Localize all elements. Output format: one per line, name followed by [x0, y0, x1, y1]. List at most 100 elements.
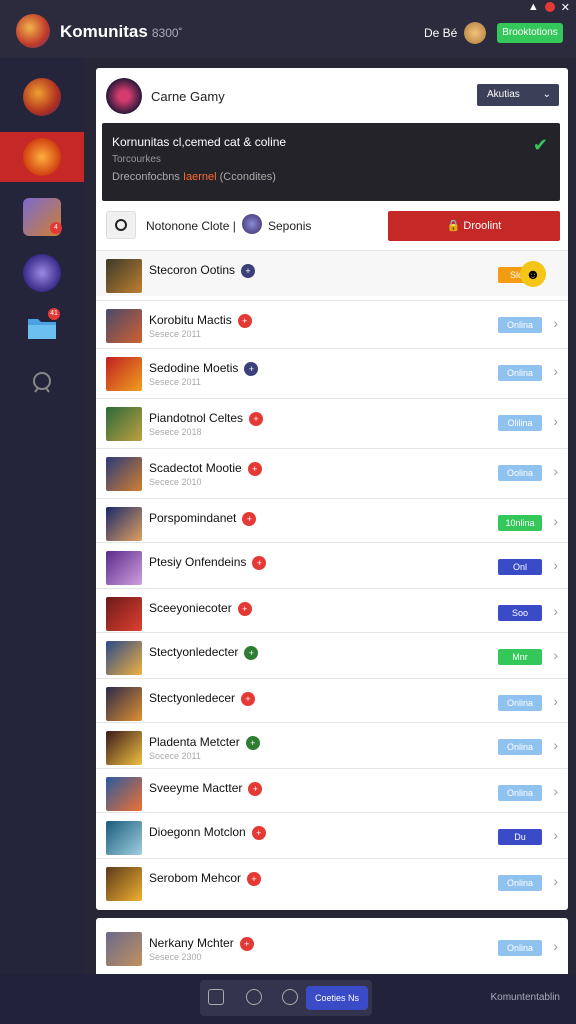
segment-label-2[interactable]: Seponis [268, 219, 311, 233]
bottom-bar: Coeties Ns Komuntentablin [0, 974, 576, 1024]
row-thumbnail [106, 932, 142, 966]
table-row[interactable]: Stectyonledecter + Mnr › [96, 632, 568, 678]
status-pill: Mnr [498, 649, 542, 665]
status-pill: Onlina [498, 785, 542, 801]
chevron-right-icon: › [553, 603, 558, 619]
row-badge-icon: + [241, 691, 256, 706]
chevron-right-icon: › [553, 938, 558, 954]
row-name: Stecoron Ootins + [149, 263, 256, 278]
app-title: Komunitas 8300˚ [60, 22, 183, 41]
sidebar-item-5[interactable]: 41 [0, 302, 84, 352]
row-badge-icon: + [239, 936, 254, 951]
chevron-right-icon: › [553, 693, 558, 709]
info-icon[interactable] [282, 989, 298, 1005]
row-badge-icon: + [244, 645, 259, 660]
bottom-toolbar: Coeties Ns [200, 980, 372, 1016]
checkmark-icon: ✔ [532, 135, 548, 155]
table-row[interactable]: Dioegonn Motclon + Du › [96, 812, 568, 858]
segment-icon-button[interactable] [106, 211, 136, 239]
table-row[interactable]: Porspomindanet + 10nlina › [96, 498, 568, 544]
chevron-right-icon: › [553, 827, 558, 843]
table-row[interactable]: Korobitu Mactis + Sesece 2011 Onlina › [96, 300, 568, 346]
chevron-right-icon: › [553, 557, 558, 573]
banner-subtitle: Torcourkes [112, 154, 161, 165]
top-action-button[interactable]: Brooktotions [497, 23, 563, 43]
row-thumbnail [106, 457, 142, 491]
table-row[interactable]: Stectyonledecer + Onlina › [96, 678, 568, 724]
banner-line: Dreconfocbns Iaernel (Ccondites) [112, 171, 276, 183]
sidebar-item-6[interactable] [0, 358, 84, 408]
filter-dropdown[interactable]: Akutias ⌄ [477, 84, 559, 106]
wifi-icon: ▲ [527, 1, 539, 13]
sidebar-item-2-active[interactable] [0, 132, 84, 182]
segment-avatar [242, 214, 262, 234]
status-pill: Onlina [498, 940, 542, 956]
table-row[interactable]: Sedodine Moetis + Sesece 2011 Onlina › [96, 348, 568, 394]
close-icon[interactable]: ✕ [561, 1, 570, 14]
row-thumbnail [106, 731, 142, 765]
status-pill: Soo [498, 605, 542, 621]
bottom-action-button[interactable]: Coeties Ns [306, 986, 368, 1010]
app-window: ▲ ✕ Komunitas 8300˚ De Bé Brooktotions 4 … [0, 0, 576, 1024]
chevron-right-icon: › [553, 647, 558, 663]
row-name: Nerkany Mchter + [149, 936, 254, 951]
row-thumbnail [106, 357, 142, 391]
row-thumbnail [106, 641, 142, 675]
table-row[interactable]: Serobom Mehcor + Onlina › [96, 858, 568, 904]
segment-label[interactable]: Notonone Clote | [146, 219, 236, 233]
status-pill: Olilina [498, 415, 542, 431]
chevron-right-icon: › [553, 737, 558, 753]
user-avatar[interactable] [464, 22, 486, 44]
sidebar-item-1[interactable] [0, 72, 84, 122]
chevron-right-icon: › [553, 363, 558, 379]
table-row[interactable]: Nerkany Mchter + Sesece 2300 Onlina › [96, 924, 568, 970]
row-sub: Sesece 2300 [149, 952, 202, 962]
row-sub: Sesece 2011 [149, 377, 201, 387]
sidebar-item-4[interactable] [0, 248, 84, 298]
document-icon[interactable] [208, 989, 224, 1005]
table-row[interactable]: Stecoron Ootins+Slooi☻ [96, 250, 568, 296]
row-thumbnail [106, 597, 142, 631]
table-row[interactable]: Scadectot Mootie + Secece 2010 Oolina › [96, 448, 568, 494]
info-banner: Kornunitas cl,cemed cat & coline Torcour… [102, 123, 560, 201]
row-name: Serobom Mehcor + [149, 871, 262, 886]
table-row[interactable]: Ptesiy Onfendeins + Onl › [96, 542, 568, 588]
table-row[interactable]: Sveeyme Mactter + Onlina › [96, 768, 568, 814]
table-row[interactable]: Piandotnol Celtes + Sesece 2018 Olilina › [96, 398, 568, 444]
sidebar: 4 41 [0, 58, 84, 1000]
user-icon [33, 372, 51, 393]
table-row[interactable]: Pladenta Metcter + Socece 2011 Onlina › [96, 722, 568, 768]
table-row[interactable]: Sceeyoniecoter + Soo › [96, 588, 568, 634]
row-name: Sedodine Moetis + [149, 361, 259, 376]
clock-icon[interactable] [246, 989, 262, 1005]
main-panel: Carne Gamy Akutias ⌄ Kornunitas cl,cemed … [96, 68, 568, 910]
row-badge-icon: + [241, 263, 256, 278]
app-logo [16, 14, 50, 48]
row-thumbnail [106, 867, 142, 901]
status-pill: Onlina [498, 365, 542, 381]
chevron-right-icon: › [553, 463, 558, 479]
secondary-panel: Nerkany Mchter + Sesece 2300 Onlina › [96, 918, 568, 978]
row-sub: Socece 2011 [149, 751, 201, 761]
chevron-right-icon: › [553, 513, 558, 529]
row-thumbnail [106, 821, 142, 855]
game-avatar-4-icon [23, 254, 61, 292]
power-icon [115, 219, 127, 231]
chevron-right-icon: › [553, 783, 558, 799]
row-sub: Sesece 2018 [149, 427, 202, 437]
row-thumbnail [106, 687, 142, 721]
sidebar-badge-3: 4 [50, 222, 62, 234]
sidebar-item-3[interactable]: 4 [0, 192, 84, 242]
lock-icon: 🔒 [446, 220, 461, 232]
row-name: Stectyonledecer + [149, 691, 256, 706]
row-badge-icon: + [245, 735, 260, 750]
filter-label: Akutias [487, 89, 520, 100]
action-button[interactable]: 🔒 Droolint [388, 211, 560, 241]
row-badge-icon: + [247, 871, 262, 886]
emoji-icon: ☻ [520, 261, 546, 287]
chevron-right-icon: › [553, 873, 558, 889]
row-sub: Secece 2010 [149, 477, 202, 487]
row-name: Pladenta Metcter + [149, 735, 260, 750]
user-name: De Bé [424, 26, 458, 40]
banner-highlight: Iaernel [182, 171, 217, 183]
